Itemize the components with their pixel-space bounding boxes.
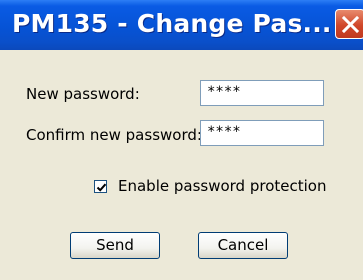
checkmark-icon — [96, 183, 107, 192]
window-title: PM135 - Change Pas... — [12, 9, 332, 38]
cancel-button[interactable]: Cancel — [198, 232, 288, 259]
send-button[interactable]: Send — [70, 232, 160, 259]
confirm-password-field[interactable]: **** — [200, 120, 324, 146]
enable-protection-checkbox[interactable] — [94, 180, 107, 193]
confirm-password-label: Confirm new password: — [26, 126, 202, 144]
enable-protection-label[interactable]: Enable password protection — [118, 177, 326, 195]
new-password-label: New password: — [26, 85, 140, 103]
title-bar[interactable]: PM135 - Change Pas... — [0, 0, 363, 50]
new-password-field[interactable]: **** — [200, 80, 324, 106]
close-button[interactable] — [335, 9, 363, 39]
close-icon — [342, 16, 359, 33]
